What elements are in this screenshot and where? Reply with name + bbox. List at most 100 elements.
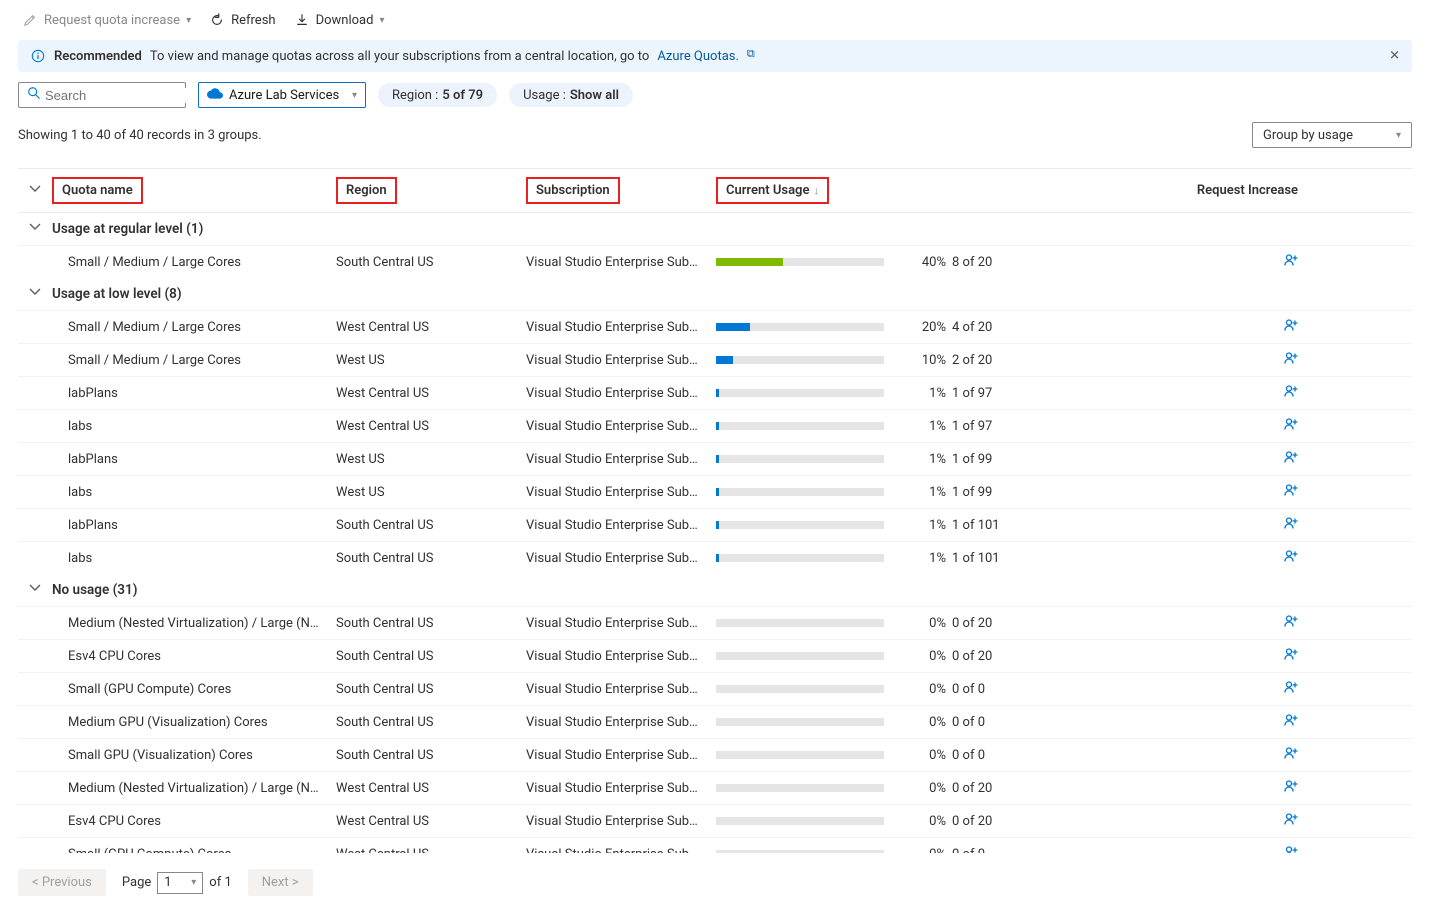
cell-region: West Central US [336, 320, 526, 335]
search-icon [27, 86, 41, 104]
azure-quotas-link[interactable]: Azure Quotas. [657, 49, 739, 64]
table-header-row: Quota name Region Subscription Current U… [18, 169, 1412, 213]
cell-usage-bar [716, 784, 896, 792]
cell-usage-pct: 0% [896, 616, 952, 631]
filter-row: Azure Lab Services ▾ Region : 5 of 79 Us… [0, 72, 1430, 118]
recommendation-banner: Recommended To view and manage quotas ac… [18, 40, 1412, 72]
cell-subscription: Visual Studio Enterprise Subscri... [526, 255, 716, 270]
cell-quota-name: Esv4 CPU Cores [52, 649, 336, 664]
cell-usage-bar [716, 455, 896, 463]
column-quota-name[interactable]: Quota name [52, 177, 143, 204]
request-increase-button[interactable] [1102, 515, 1352, 535]
cell-usage-count: 0 of 0 [952, 682, 1102, 697]
usage-filter-pill[interactable]: Usage : Show all [509, 83, 633, 107]
refresh-label: Refresh [231, 13, 275, 28]
usage-pill-value: Show all [570, 88, 619, 103]
cell-usage-pct: 20% [896, 320, 952, 335]
cell-usage-bar [716, 323, 896, 331]
region-pill-prefix: Region : [392, 88, 438, 103]
column-request-increase[interactable]: Request Increase [1102, 183, 1352, 198]
table-row: Medium (Nested Virtualization) / Large (… [18, 606, 1412, 639]
cell-region: South Central US [336, 748, 526, 763]
request-increase-button[interactable] [1102, 778, 1352, 798]
request-increase-button[interactable] [1102, 613, 1352, 633]
request-increase-button[interactable] [1102, 745, 1352, 765]
recommendation-text: To view and manage quotas across all you… [150, 49, 649, 64]
cell-quota-name: labPlans [52, 386, 336, 401]
group-by-dropdown[interactable]: Group by usage ▾ [1252, 122, 1412, 148]
cell-usage-bar [716, 652, 896, 660]
request-increase-button[interactable] [1102, 712, 1352, 732]
close-banner-button[interactable]: ✕ [1389, 49, 1400, 64]
request-increase-button[interactable] [1102, 449, 1352, 469]
cell-usage-pct: 40% [896, 255, 952, 270]
cell-subscription: Visual Studio Enterprise Subscri... [526, 649, 716, 664]
table-row: Esv4 CPU CoresSouth Central USVisual Stu… [18, 639, 1412, 672]
request-increase-button[interactable] [1102, 317, 1352, 337]
cell-usage-count: 1 of 97 [952, 419, 1102, 434]
request-quota-button: Request quota increase ▾ [22, 12, 191, 28]
cell-subscription: Visual Studio Enterprise Subscri... [526, 353, 716, 368]
info-icon [30, 48, 46, 64]
cell-quota-name: Small (GPU Compute) Cores [52, 682, 336, 697]
refresh-button[interactable]: Refresh [209, 12, 275, 28]
request-increase-button[interactable] [1102, 844, 1352, 853]
chevron-down-icon: ▾ [191, 877, 196, 888]
group-header[interactable]: Usage at low level (8) [18, 278, 1412, 310]
request-increase-button[interactable] [1102, 416, 1352, 436]
cell-subscription: Visual Studio Enterprise Subscri... [526, 814, 716, 829]
cell-quota-name: labPlans [52, 452, 336, 467]
column-current-usage[interactable]: Current Usage↓ [716, 177, 829, 204]
chevron-down-icon: ▾ [186, 15, 191, 26]
provider-dropdown[interactable]: Azure Lab Services ▾ [198, 82, 366, 108]
cell-subscription: Visual Studio Enterprise Subscri... [526, 485, 716, 500]
group-header[interactable]: No usage (31) [18, 574, 1412, 606]
of-total-pages: of 1 [209, 875, 231, 890]
previous-page-button: < Previous [18, 869, 106, 896]
external-link-icon: ⧉ [747, 47, 755, 61]
column-region[interactable]: Region [336, 177, 397, 204]
cell-usage-count: 1 of 101 [952, 518, 1102, 533]
request-increase-button[interactable] [1102, 482, 1352, 502]
request-increase-button[interactable] [1102, 252, 1352, 272]
request-increase-button[interactable] [1102, 548, 1352, 568]
cell-quota-name: Small / Medium / Large Cores [52, 353, 336, 368]
region-pill-value: 5 of 79 [442, 88, 483, 103]
cell-usage-bar [716, 817, 896, 825]
page-dropdown[interactable]: 1 ▾ [157, 872, 203, 894]
search-input-wrapper[interactable] [18, 82, 186, 108]
request-increase-button[interactable] [1102, 646, 1352, 666]
records-summary: Showing 1 to 40 of 40 records in 3 group… [18, 128, 1252, 143]
cell-subscription: Visual Studio Enterprise Subscri... [526, 847, 716, 854]
request-increase-button[interactable] [1102, 383, 1352, 403]
cell-usage-bar [716, 751, 896, 759]
chevron-down-icon: ▾ [379, 15, 384, 26]
request-increase-button[interactable] [1102, 679, 1352, 699]
chevron-down-icon [18, 286, 52, 302]
cell-usage-count: 4 of 20 [952, 320, 1102, 335]
page-selector: Page 1 ▾ of 1 [122, 872, 232, 894]
cell-usage-count: 1 of 101 [952, 551, 1102, 566]
current-page: 1 [164, 875, 171, 890]
cell-quota-name: Medium GPU (Visualization) Cores [52, 715, 336, 730]
group-by-label: Group by usage [1263, 128, 1353, 143]
cell-subscription: Visual Studio Enterprise Subscri... [526, 452, 716, 467]
request-increase-button[interactable] [1102, 350, 1352, 370]
expand-all-toggle[interactable] [18, 183, 52, 199]
group-header[interactable]: Usage at regular level (1) [18, 213, 1412, 245]
region-filter-pill[interactable]: Region : 5 of 79 [378, 83, 497, 107]
table-row: labPlansWest Central USVisual Studio Ent… [18, 376, 1412, 409]
download-label: Download [316, 13, 374, 28]
cell-quota-name: labs [52, 551, 336, 566]
column-subscription[interactable]: Subscription [526, 177, 620, 204]
download-button[interactable]: Download ▾ [294, 12, 385, 28]
cell-region: South Central US [336, 551, 526, 566]
cell-quota-name: labs [52, 485, 336, 500]
group-title: No usage (31) [52, 582, 1412, 598]
cell-subscription: Visual Studio Enterprise Subscri... [526, 781, 716, 796]
cell-usage-bar [716, 619, 896, 627]
cell-region: West Central US [336, 419, 526, 434]
cell-usage-count: 0 of 20 [952, 814, 1102, 829]
request-increase-button[interactable] [1102, 811, 1352, 831]
cloud-icon [207, 87, 223, 103]
